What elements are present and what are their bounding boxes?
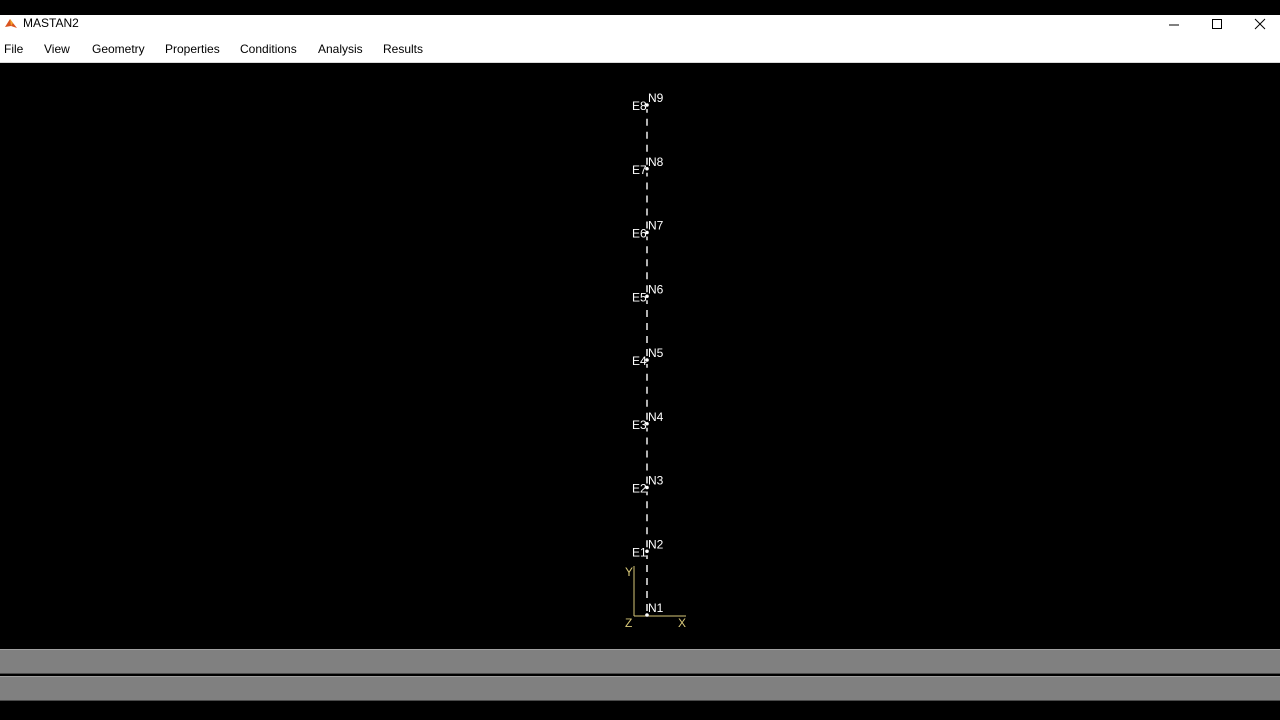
node-label: N6 [648, 282, 664, 296]
x-axis-label: X [678, 616, 686, 630]
title-bar: MASTAN2 [0, 15, 1280, 32]
close-button[interactable] [1240, 15, 1280, 32]
element-label: E5 [632, 290, 647, 304]
maximize-icon [1212, 18, 1222, 29]
node-label: N3 [648, 474, 664, 488]
menu-view[interactable]: View [44, 42, 70, 57]
status-panel-1 [0, 649, 1280, 674]
node-label: N9 [648, 91, 664, 105]
element-label: E8 [632, 99, 647, 113]
node-label: N5 [648, 346, 664, 360]
node-label: N7 [648, 219, 664, 233]
maximize-button[interactable] [1197, 15, 1237, 32]
matlab-icon [5, 19, 17, 28]
window-title: MASTAN2 [23, 16, 79, 30]
model-canvas[interactable]: Y X Z N1 N2 N3 N4 N5 N6 N7 N8 N9 E1 E2 E3 E4 E5 E6 E7 E8 [0, 63, 1280, 648]
structure-plot[interactable]: Y X Z N1 N2 N3 N4 N5 N6 N7 N8 N9 E1 E2 E3 E4 E5 E6 E7 E8 [0, 63, 1280, 648]
menu-conditions[interactable]: Conditions [240, 42, 297, 57]
node-label: N8 [648, 155, 664, 169]
close-icon [1254, 18, 1266, 29]
node-label: N1 [648, 601, 664, 615]
element-label: E1 [632, 545, 647, 559]
element-label: E6 [632, 227, 647, 241]
minimize-button[interactable] [1154, 15, 1194, 32]
element-label: E3 [632, 418, 647, 432]
node-label: N2 [648, 537, 664, 551]
z-axis-label: Z [625, 616, 632, 630]
menu-geometry[interactable]: Geometry [92, 42, 145, 57]
mastan2-window: MASTAN2 File View Geometry Properties Co… [0, 15, 1280, 705]
element-label: E2 [632, 482, 647, 496]
minimize-icon [1169, 24, 1179, 25]
y-axis-label: Y [625, 565, 633, 579]
menu-file[interactable]: File [4, 42, 23, 57]
menu-bar: File View Geometry Properties Conditions… [0, 32, 1280, 63]
menu-analysis[interactable]: Analysis [318, 42, 363, 57]
status-panel-2 [0, 676, 1280, 701]
menu-results[interactable]: Results [383, 42, 423, 57]
menu-properties[interactable]: Properties [165, 42, 220, 57]
element-label: E7 [632, 163, 647, 177]
element-label: E4 [632, 354, 647, 368]
node-label: N4 [648, 410, 664, 424]
